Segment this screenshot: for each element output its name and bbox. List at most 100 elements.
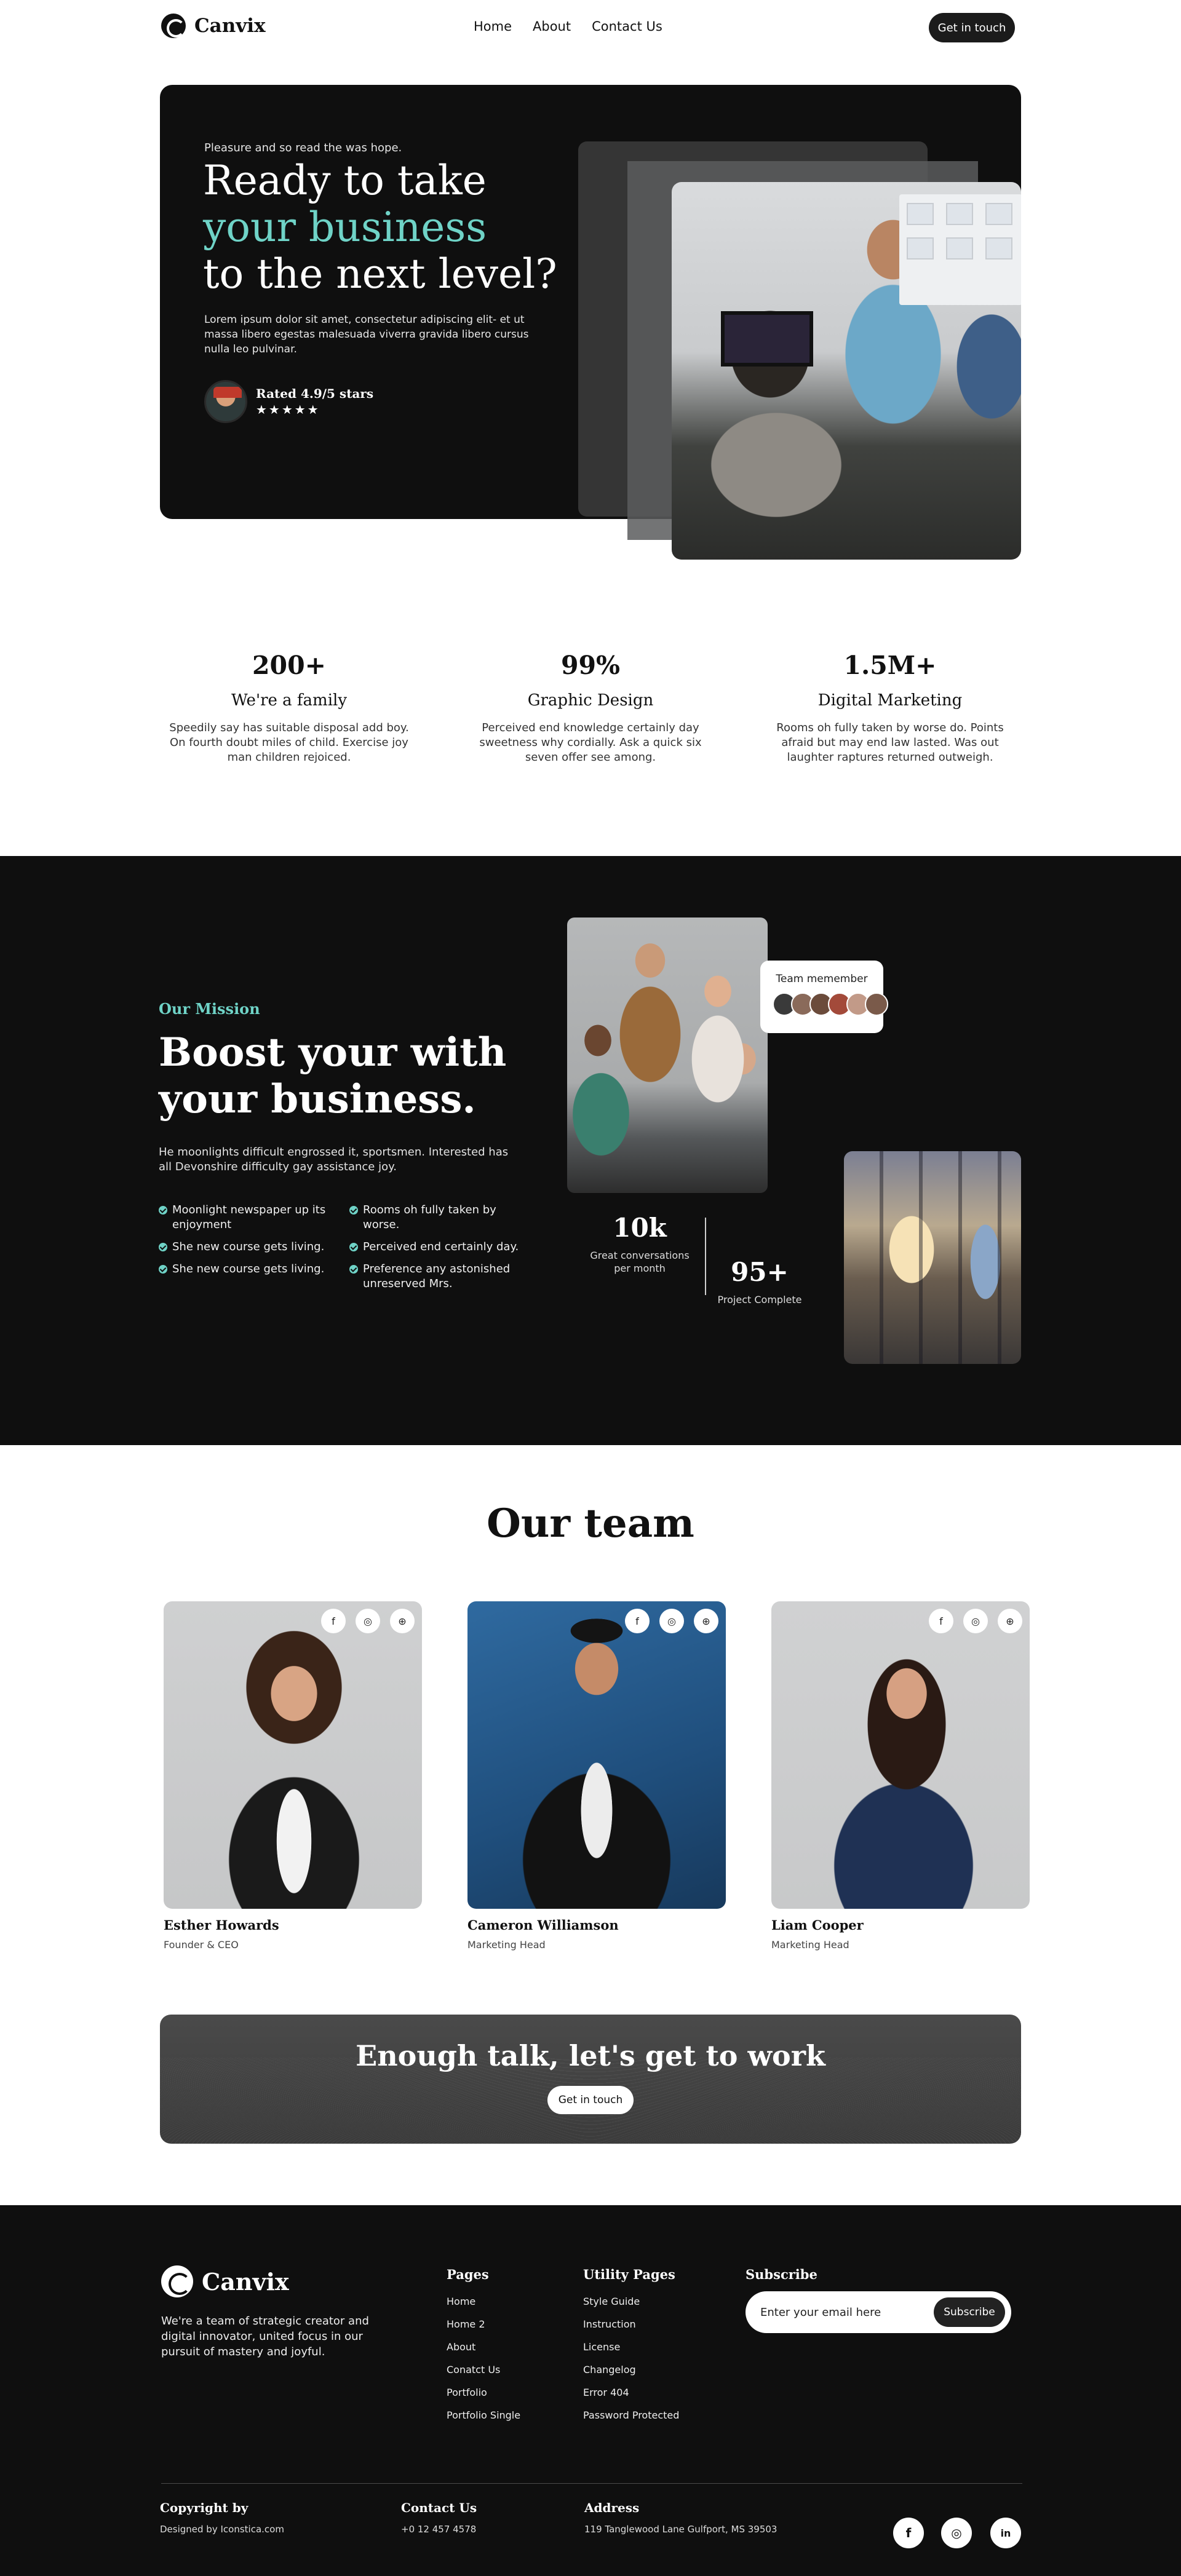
check-icon bbox=[349, 1265, 358, 1274]
hero-title-line1: Ready to take bbox=[203, 157, 487, 204]
team-member-badge: Team memember bbox=[760, 961, 888, 1033]
divider bbox=[705, 1218, 706, 1295]
footer-link[interactable]: Conatct Us bbox=[447, 2364, 520, 2376]
team-member-label: Team memember bbox=[776, 973, 868, 985]
social-links: f ◎ ⊕ bbox=[929, 1609, 1022, 1633]
dribbble-icon[interactable]: ⊕ bbox=[998, 1609, 1022, 1633]
footer-link[interactable]: About bbox=[447, 2341, 520, 2353]
stat-graphic-design: 99% Graphic Design Perceived end knowled… bbox=[458, 651, 723, 765]
footer-link[interactable]: Home bbox=[447, 2296, 520, 2308]
team-member-photo: f ◎ ⊕ bbox=[467, 1601, 726, 1909]
footer-about: We're a team of strategic creator and di… bbox=[161, 2315, 369, 2358]
footer-link[interactable]: Style Guide bbox=[583, 2296, 679, 2308]
footer-link[interactable]: Error 404 bbox=[583, 2387, 679, 2399]
footer-link[interactable]: Portfolio bbox=[447, 2387, 520, 2399]
checklist-item: She new course gets living. bbox=[159, 1262, 343, 1277]
check-icon bbox=[159, 1243, 167, 1251]
get-in-touch-button[interactable]: Get in touch bbox=[929, 13, 1015, 42]
stat-description: Speedily say has suitable disposal add b… bbox=[169, 721, 409, 764]
cta-get-in-touch-button[interactable]: Get in touch bbox=[547, 2086, 634, 2114]
top-nav: Canvix Home About Contact Us Get in touc… bbox=[0, 0, 1181, 55]
footer-address: Address 119 Tanglewood Lane Gulfport, MS… bbox=[584, 2500, 777, 2535]
stat-number: 10k bbox=[613, 1213, 667, 1243]
hero-kicker: Pleasure and so read the was hope. bbox=[204, 141, 402, 154]
footer-utility-pages: Utility Pages Style Guide Instruction Li… bbox=[583, 2267, 679, 2432]
checklist-item: Perceived end certainly day. bbox=[349, 1240, 534, 1254]
footer-link[interactable]: License bbox=[583, 2341, 679, 2353]
hero-body: Lorem ipsum dolor sit amet, consectetur … bbox=[204, 314, 529, 355]
checklist-item: She new course gets living. bbox=[159, 1240, 343, 1254]
hero-title-line3: to the next level? bbox=[203, 250, 557, 298]
social-links: f ◎ ⊕ bbox=[321, 1609, 415, 1633]
stat-number: 200+ bbox=[252, 651, 326, 680]
copyright-title: Copyright by bbox=[160, 2500, 249, 2515]
social-links: f ◎ ⊕ bbox=[625, 1609, 718, 1633]
avatar bbox=[865, 993, 888, 1016]
checklist-item: Preference any astonished unreserved Mrs… bbox=[349, 1262, 534, 1291]
footer-link[interactable]: Changelog bbox=[583, 2364, 679, 2376]
copyright-text: Designed by Iconstica.com bbox=[160, 2524, 284, 2535]
hero-rating: Rated 4.9/5 stars ★★★★★ bbox=[204, 380, 373, 423]
nav-link-about[interactable]: About bbox=[533, 19, 571, 34]
logo-icon bbox=[161, 2265, 193, 2297]
facebook-icon[interactable]: f bbox=[893, 2518, 924, 2548]
footer-pages-title: Pages bbox=[447, 2267, 489, 2282]
whiteboard-image-detail bbox=[899, 194, 1021, 305]
nav-link-contact[interactable]: Contact Us bbox=[592, 19, 662, 34]
subscribe-button[interactable]: Subscribe bbox=[934, 2297, 1005, 2327]
conversations-stat: 10k Great conversations per month bbox=[584, 1213, 695, 1275]
stat-label: Great conversations per month bbox=[590, 1250, 690, 1274]
linkedin-icon[interactable]: in bbox=[990, 2518, 1021, 2548]
hero-title: Ready to take your business to the next … bbox=[203, 157, 572, 298]
team-member-name: Esther Howards bbox=[164, 1917, 279, 1933]
footer-contact: Contact Us +0 12 457 4578 bbox=[401, 2500, 477, 2535]
check-icon bbox=[159, 1206, 167, 1215]
stat-description: Rooms oh fully taken by worse do. Points… bbox=[776, 721, 1004, 764]
cta-title: Enough talk, let's get to work bbox=[356, 2039, 825, 2072]
footer-pages: Pages Home Home 2 About Conatct Us Portf… bbox=[447, 2267, 520, 2432]
reviewer-avatar bbox=[204, 380, 247, 423]
cta-banner: Enough talk, let's get to work Get in to… bbox=[160, 2015, 1021, 2144]
instagram-icon[interactable]: ◎ bbox=[963, 1609, 988, 1633]
footer-link[interactable]: Portfolio Single bbox=[447, 2409, 520, 2422]
footer-logo[interactable]: Canvix bbox=[161, 2265, 289, 2297]
footer-link[interactable]: Home 2 bbox=[447, 2318, 520, 2331]
facebook-icon[interactable]: f bbox=[929, 1609, 953, 1633]
brand-logo[interactable]: Canvix bbox=[161, 14, 266, 38]
mission-kicker: Our Mission bbox=[159, 1000, 260, 1018]
email-input[interactable] bbox=[760, 2300, 926, 2324]
mission-checklist-right: Rooms oh fully taken by worse. Perceived… bbox=[349, 1203, 534, 1299]
team-member-role: Founder & CEO bbox=[164, 1939, 239, 1951]
address-title: Address bbox=[584, 2500, 640, 2515]
team-member-role: Marketing Head bbox=[467, 1939, 546, 1951]
nav-link-home[interactable]: Home bbox=[474, 19, 512, 34]
team-member-photo: f ◎ ⊕ bbox=[164, 1601, 422, 1909]
rating-text: Rated 4.9/5 stars bbox=[256, 386, 374, 401]
mission-team-photo bbox=[567, 917, 768, 1193]
checklist-item: Moonlight newspaper up its enjoyment bbox=[159, 1203, 343, 1232]
office-photo bbox=[844, 1151, 1021, 1364]
check-icon bbox=[159, 1265, 167, 1274]
instagram-icon[interactable]: ◎ bbox=[659, 1609, 684, 1633]
subscribe-title: Subscribe bbox=[746, 2267, 817, 2282]
star-rating-icon: ★★★★★ bbox=[256, 402, 320, 417]
instagram-icon[interactable]: ◎ bbox=[941, 2518, 972, 2548]
stat-title: Digital Marketing bbox=[817, 691, 963, 710]
instagram-icon[interactable]: ◎ bbox=[356, 1609, 380, 1633]
check-icon bbox=[349, 1206, 358, 1215]
footer-link[interactable]: Instruction bbox=[583, 2318, 679, 2331]
dribbble-icon[interactable]: ⊕ bbox=[390, 1609, 415, 1633]
footer-link[interactable]: Password Protected bbox=[583, 2409, 679, 2422]
team-section-title: Our team bbox=[487, 1500, 694, 1547]
mission-checklist-left: Moonlight newspaper up its enjoyment She… bbox=[159, 1203, 343, 1284]
stat-digital-marketing: 1.5M+ Digital Marketing Rooms oh fully t… bbox=[758, 651, 1022, 765]
facebook-icon[interactable]: f bbox=[321, 1609, 346, 1633]
dribbble-icon[interactable]: ⊕ bbox=[694, 1609, 718, 1633]
address-text: 119 Tanglewood Lane Gulfport, MS 39503 bbox=[584, 2524, 777, 2535]
footer-brand-name: Canvix bbox=[202, 2267, 289, 2296]
checklist-item: Rooms oh fully taken by worse. bbox=[349, 1203, 534, 1232]
stat-number: 1.5M+ bbox=[843, 651, 937, 680]
member-avatars bbox=[773, 993, 888, 1016]
facebook-icon[interactable]: f bbox=[625, 1609, 650, 1633]
stat-label: Project Complete bbox=[717, 1294, 802, 1306]
